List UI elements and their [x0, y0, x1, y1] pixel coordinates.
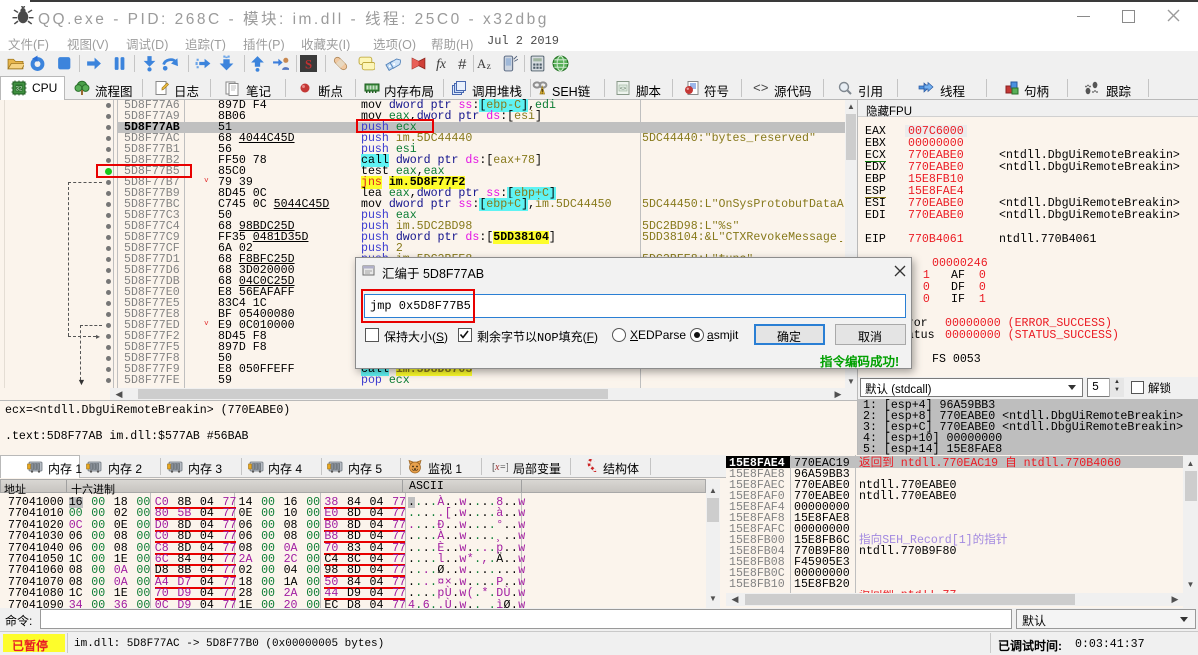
svg-text:z: z [487, 61, 491, 72]
svg-text:S: S [305, 57, 312, 71]
svg-text:fx: fx [436, 56, 447, 71]
svg-text:!: ! [541, 88, 543, 95]
svg-text:#: # [458, 57, 467, 72]
svg-text:32: 32 [16, 87, 23, 93]
svg-text:A: A [477, 57, 487, 71]
svg-text:<>: <> [620, 86, 626, 92]
svg-text:<>: <> [753, 81, 769, 96]
svg-text:=]: =] [500, 462, 508, 473]
